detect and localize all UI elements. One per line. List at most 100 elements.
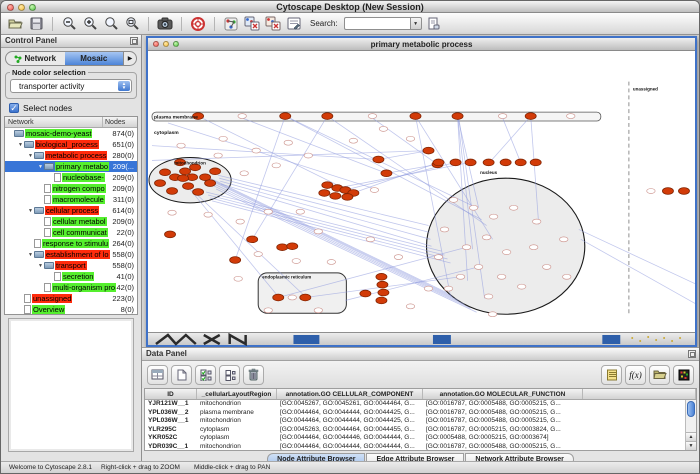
- small-network-node[interactable]: [314, 308, 322, 313]
- small-network-node[interactable]: [449, 197, 457, 202]
- network-node[interactable]: [300, 294, 311, 301]
- table-row[interactable]: YDR039C__1mitochondrion[GO:0044464, GO:0…: [145, 443, 696, 452]
- table-row[interactable]: YPL036W__2plasma membrane[GO:0044464, GO…: [145, 409, 696, 418]
- small-network-node[interactable]: [474, 264, 482, 269]
- table-row[interactable]: YJR121W__1mitochondrion[GO:0045267, GO:0…: [145, 400, 696, 409]
- small-network-node[interactable]: [240, 171, 248, 176]
- network-node[interactable]: [247, 236, 258, 243]
- select-all-attributes-button[interactable]: [195, 365, 216, 385]
- small-network-node[interactable]: [177, 143, 185, 148]
- small-network-node[interactable]: [563, 274, 571, 279]
- network-node[interactable]: [178, 175, 189, 182]
- network-node[interactable]: [193, 189, 204, 196]
- network-edge[interactable]: [235, 116, 285, 260]
- network-node[interactable]: [273, 294, 284, 301]
- tree-column-nodes[interactable]: Nodes: [103, 117, 137, 127]
- tree-row[interactable]: Overview8(0): [5, 304, 137, 315]
- disclosure-triangle-icon[interactable]: ▼: [37, 263, 44, 269]
- network-node[interactable]: [319, 190, 330, 197]
- network-node[interactable]: [330, 193, 341, 200]
- tree-row[interactable]: ▼biological_process651(0): [5, 139, 137, 150]
- tree-row[interactable]: ▼transport558(0): [5, 260, 137, 271]
- network-edge[interactable]: [490, 116, 531, 162]
- network-node[interactable]: [465, 159, 476, 166]
- zoom-window-icon[interactable]: [173, 41, 179, 47]
- network-node[interactable]: [183, 183, 194, 190]
- network-node[interactable]: [205, 180, 216, 187]
- close-icon[interactable]: [7, 4, 14, 11]
- network-node[interactable]: [210, 168, 221, 175]
- network-edge[interactable]: [212, 201, 450, 263]
- zoom-selected-button[interactable]: [102, 15, 120, 32]
- select-nodes-checkbox[interactable]: ✓: [9, 103, 19, 113]
- small-network-node[interactable]: [236, 219, 244, 224]
- small-network-node[interactable]: [219, 136, 227, 141]
- small-network-node[interactable]: [484, 294, 492, 299]
- attribute-table-button[interactable]: [147, 365, 168, 385]
- zoom-fit-button[interactable]: [123, 15, 141, 32]
- attribute-matrix-button[interactable]: [673, 365, 694, 385]
- small-network-node[interactable]: [502, 250, 510, 255]
- small-network-node[interactable]: [647, 189, 655, 194]
- small-network-node[interactable]: [234, 276, 242, 281]
- small-network-node[interactable]: [394, 255, 402, 260]
- destroy-network-button[interactable]: [264, 15, 282, 32]
- zoom-in-button[interactable]: [81, 15, 99, 32]
- network-edge[interactable]: [327, 116, 486, 225]
- network-node[interactable]: [230, 257, 241, 264]
- tree-row[interactable]: ▼establishment of lo558(0): [5, 249, 137, 260]
- small-network-node[interactable]: [284, 140, 292, 145]
- small-network-node[interactable]: [434, 255, 442, 260]
- disclosure-triangle-icon[interactable]: ▼: [27, 252, 34, 258]
- tree-row[interactable]: cellular metabol209(0): [5, 216, 137, 227]
- small-network-node[interactable]: [444, 286, 452, 291]
- network-edge[interactable]: [337, 162, 470, 188]
- network-node[interactable]: [525, 113, 536, 120]
- small-network-node[interactable]: [509, 205, 517, 210]
- column-header[interactable]: ID: [145, 389, 197, 399]
- tree-row[interactable]: nitrogen compo209(0): [5, 183, 137, 194]
- small-network-node[interactable]: [264, 308, 272, 313]
- network-node[interactable]: [662, 188, 673, 195]
- network-node[interactable]: [678, 188, 689, 195]
- open-session-button[interactable]: [6, 15, 24, 32]
- annotation-button[interactable]: [285, 15, 303, 32]
- small-network-node[interactable]: [456, 274, 464, 279]
- tab-mosaic[interactable]: Mosaic: [65, 52, 124, 65]
- small-network-node[interactable]: [482, 235, 490, 240]
- small-network-node[interactable]: [288, 295, 296, 300]
- table-row[interactable]: YPL036W__1mitochondrion[GO:0044464, GO:0…: [145, 417, 696, 426]
- network-node[interactable]: [277, 244, 288, 251]
- network-node[interactable]: [423, 147, 434, 154]
- table-row[interactable]: YLR295Ccytoplasm[GO:0045263, GO:0044464,…: [145, 426, 696, 435]
- function-builder-button[interactable]: f(x): [625, 365, 646, 385]
- network-edge[interactable]: [503, 118, 521, 162]
- small-network-node[interactable]: [272, 163, 280, 168]
- network-node[interactable]: [180, 168, 191, 175]
- small-network-node[interactable]: [204, 212, 212, 217]
- small-network-node[interactable]: [252, 148, 260, 153]
- small-network-node[interactable]: [462, 245, 470, 250]
- node-color-dropdown[interactable]: transporter activity ▲▼: [10, 79, 132, 93]
- notes-button[interactable]: [601, 365, 622, 385]
- small-network-node[interactable]: [533, 219, 541, 224]
- network-edge[interactable]: [152, 151, 429, 161]
- column-header[interactable]: annotation.GO CELLULAR_COMPONENT: [277, 389, 423, 399]
- search-input[interactable]: [344, 17, 410, 30]
- small-network-node[interactable]: [304, 153, 312, 158]
- small-network-node[interactable]: [264, 209, 272, 214]
- destroy-network-view-button[interactable]: [243, 15, 261, 32]
- network-node[interactable]: [410, 113, 421, 120]
- birds-eye-view[interactable]: [8, 318, 134, 452]
- network-node[interactable]: [155, 180, 166, 187]
- small-network-node[interactable]: [489, 214, 497, 219]
- small-network-node[interactable]: [379, 126, 387, 131]
- tree-column-network[interactable]: Network: [5, 117, 103, 127]
- tree-row[interactable]: ▼cellular process614(0): [5, 205, 137, 216]
- network-node[interactable]: [376, 273, 387, 280]
- network-node[interactable]: [373, 156, 384, 163]
- zoom-out-button[interactable]: [60, 15, 78, 32]
- small-network-node[interactable]: [254, 252, 262, 257]
- network-node[interactable]: [167, 188, 178, 195]
- network-edge[interactable]: [581, 239, 695, 303]
